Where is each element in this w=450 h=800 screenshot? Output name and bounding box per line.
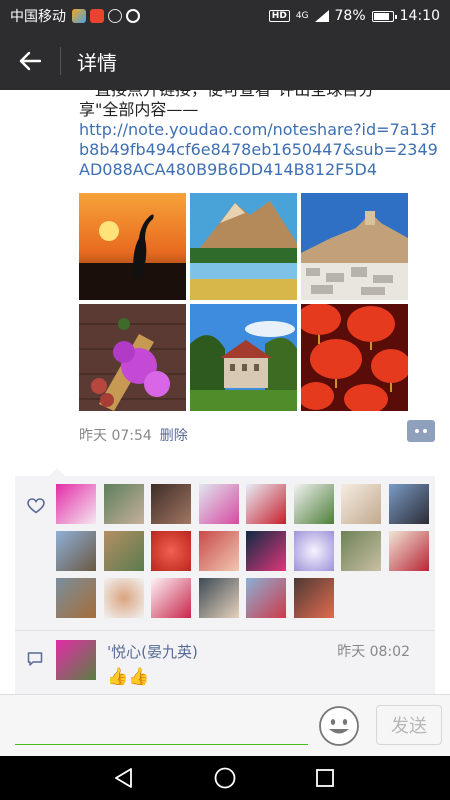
notification-icons: [72, 9, 140, 23]
post-link[interactable]: http://note.youdao.com/noteshare?id=7a13…: [79, 120, 439, 180]
photo-mountain-lake[interactable]: [190, 193, 297, 300]
triangle-back-icon[interactable]: [112, 766, 136, 790]
avatar[interactable]: [293, 484, 334, 524]
avatar[interactable]: [198, 531, 239, 571]
comment-text: 👍👍: [107, 667, 150, 687]
browser-app-icon: [126, 9, 140, 23]
avatar[interactable]: [293, 531, 334, 571]
avatar[interactable]: [246, 578, 286, 618]
avatar[interactable]: [246, 484, 286, 524]
page-title: 详情: [77, 50, 117, 75]
clock: 14:10: [399, 8, 440, 24]
photo-crane-sunset[interactable]: [79, 193, 186, 300]
avatar[interactable]: [388, 484, 429, 524]
nav-bar: 详情: [0, 32, 450, 90]
avatar[interactable]: [198, 578, 239, 618]
photo-grid: [79, 193, 409, 411]
avatar[interactable]: [56, 484, 96, 524]
circle-home-icon[interactable]: [213, 766, 237, 790]
square-recents-icon[interactable]: [313, 766, 337, 790]
avatar[interactable]: [151, 484, 191, 524]
comment-input-bar: 发送: [0, 694, 450, 756]
carrier-name: 中国移动: [10, 9, 66, 25]
delete-link[interactable]: 删除: [160, 425, 188, 445]
system-navigation-bar: [0, 756, 450, 800]
comment-author[interactable]: '悦心(晏九英): [107, 641, 198, 662]
battery-icon: [371, 10, 397, 22]
comment-input[interactable]: [15, 705, 308, 745]
network-type: 4G: [295, 11, 309, 21]
send-button[interactable]: 发送: [376, 705, 442, 745]
avatar[interactable]: [103, 531, 144, 571]
post-time: 昨天 07:54: [79, 428, 152, 444]
hd-badge: HD: [268, 10, 290, 22]
avatar[interactable]: [103, 484, 144, 524]
post-detail[interactable]: 一直接点开链接，便可查看"评出全球目分 享"全部内容—— http://note…: [0, 90, 450, 694]
comment-menu-button[interactable]: [407, 420, 435, 442]
photo-hilltop-village[interactable]: [301, 193, 408, 300]
avatar[interactable]: [198, 484, 239, 524]
avatar[interactable]: [341, 531, 381, 571]
post-text-line: 享"全部内容——: [79, 100, 199, 119]
avatar[interactable]: [151, 578, 191, 618]
signal-icon: [314, 10, 329, 22]
avatar[interactable]: [151, 531, 191, 571]
weather-app-icon: [72, 9, 86, 23]
avatar[interactable]: [293, 578, 334, 618]
avatar[interactable]: [103, 578, 144, 618]
comments-section: '悦心(晏九英) 昨天 08:02 👍👍: [15, 630, 435, 694]
dot-icon: [415, 429, 419, 433]
heart-icon: [27, 498, 45, 514]
liker-avatars: [56, 484, 429, 618]
avatar[interactable]: [388, 531, 429, 571]
video-app-icon: [90, 9, 104, 23]
post-text-line-cut: 一直接点开链接，便可查看"评出全球目分: [79, 90, 439, 100]
photo-flowers-figs[interactable]: [79, 304, 186, 411]
comment-bubble-icon: [27, 652, 43, 666]
avatar[interactable]: [56, 640, 96, 680]
post-text: 一直接点开链接，便可查看"评出全球目分 享"全部内容—— http://note…: [79, 90, 439, 180]
back-arrow-icon: [19, 51, 41, 71]
photo-red-lanterns[interactable]: [301, 304, 408, 411]
comment-time: 昨天 08:02: [337, 644, 410, 660]
dot-icon: [423, 429, 427, 433]
back-button[interactable]: [0, 32, 60, 90]
photo-castle-mansion[interactable]: [190, 304, 297, 411]
avatar[interactable]: [56, 578, 96, 618]
avatar[interactable]: [246, 531, 286, 571]
post-meta: 昨天 07:54 删除: [79, 424, 439, 446]
likes-section: [15, 468, 435, 630]
avatar[interactable]: [56, 531, 96, 571]
battery-percent: 78%: [334, 8, 366, 24]
emoji-icon[interactable]: [318, 705, 360, 747]
weibo-app-icon: [108, 9, 122, 23]
avatar[interactable]: [341, 484, 381, 524]
status-bar: 中国移动 HD 4G 78% 14:10: [0, 0, 450, 32]
